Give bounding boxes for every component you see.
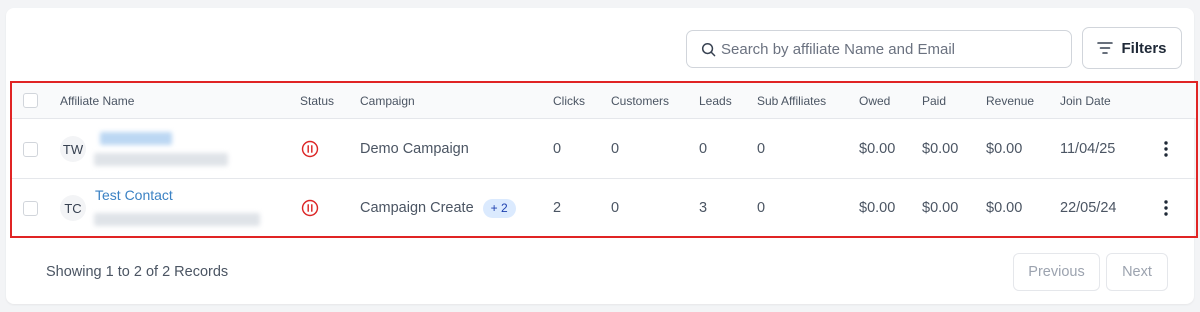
revenue-cell: $0.00 xyxy=(986,141,1023,157)
paid-cell: $0.00 xyxy=(922,141,959,157)
campaign-cell: Campaign Create + 2 xyxy=(360,180,516,236)
affiliate-name-link[interactable]: Test Contact xyxy=(95,187,173,203)
status-indicator xyxy=(301,180,319,236)
col-join-date[interactable]: Join Date xyxy=(1060,83,1111,118)
row-checkbox[interactable] xyxy=(23,141,38,157)
col-status[interactable]: Status xyxy=(300,83,334,118)
previous-page-button[interactable]: Previous xyxy=(1013,253,1100,291)
select-all-checkbox[interactable] xyxy=(23,93,38,108)
filter-lines-icon xyxy=(1097,42,1114,54)
col-paid[interactable]: Paid xyxy=(922,83,946,118)
search-box[interactable] xyxy=(686,30,1072,68)
sub-affiliates-cell: 0 xyxy=(757,200,766,216)
col-owed[interactable]: Owed xyxy=(859,83,890,118)
campaign-count-badge[interactable]: + 2 xyxy=(482,198,516,218)
customers-cell: 0 xyxy=(611,141,620,157)
owed-cell: $0.00 xyxy=(859,200,896,216)
pause-circle-icon xyxy=(301,199,319,217)
filters-label: Filters xyxy=(1121,39,1167,57)
clicks-cell: 2 xyxy=(553,200,562,216)
paid-cell: $0.00 xyxy=(922,200,959,216)
col-customers[interactable]: Customers xyxy=(611,83,669,118)
redacted-email xyxy=(94,153,228,166)
table-header: Affiliate Name Status Campaign Clicks Cu… xyxy=(12,83,1196,119)
table-row[interactable]: TC Test Contact Campaign Create + 2 2 0 … xyxy=(12,180,1196,236)
next-page-button[interactable]: Next xyxy=(1106,253,1168,291)
col-sub-affiliates[interactable]: Sub Affiliates xyxy=(757,83,826,118)
col-revenue[interactable]: Revenue xyxy=(986,83,1034,118)
clicks-cell: 0 xyxy=(553,141,562,157)
leads-cell: 3 xyxy=(699,200,708,216)
redacted-name xyxy=(100,132,172,145)
col-clicks[interactable]: Clicks xyxy=(553,83,585,118)
row-checkbox[interactable] xyxy=(23,200,38,216)
search-input[interactable] xyxy=(721,40,1051,58)
row-actions-button[interactable] xyxy=(1156,198,1176,218)
campaign-cell: Demo Campaign xyxy=(360,141,469,157)
row-actions-button[interactable] xyxy=(1156,139,1176,159)
filters-button[interactable]: Filters xyxy=(1082,27,1182,69)
pause-circle-icon xyxy=(301,140,319,158)
affiliates-card: Filters Affiliate Name Status Campaign C… xyxy=(6,8,1198,304)
col-leads[interactable]: Leads xyxy=(699,83,732,118)
revenue-cell: $0.00 xyxy=(986,200,1023,216)
affiliates-table: Affiliate Name Status Campaign Clicks Cu… xyxy=(10,81,1198,238)
search-icon xyxy=(701,42,716,56)
kebab-menu-icon xyxy=(1164,141,1168,157)
kebab-menu-icon xyxy=(1164,200,1168,216)
status-indicator xyxy=(301,120,319,178)
join-date-cell: 22/05/24 xyxy=(1060,200,1117,216)
col-affiliate-name[interactable]: Affiliate Name xyxy=(60,83,134,118)
leads-cell: 0 xyxy=(699,141,708,157)
owed-cell: $0.00 xyxy=(859,141,896,157)
table-row[interactable]: TW Demo Campaign 0 0 0 0 $0.00 $0.00 $0.… xyxy=(12,120,1196,179)
redacted-email xyxy=(94,213,260,226)
avatar: TC xyxy=(60,195,86,221)
avatar: TW xyxy=(60,136,86,162)
campaign-name: Campaign Create xyxy=(360,200,474,216)
col-campaign[interactable]: Campaign xyxy=(360,83,415,118)
pagination-summary: Showing 1 to 2 of 2 Records xyxy=(46,264,229,280)
join-date-cell: 11/04/25 xyxy=(1060,141,1116,157)
customers-cell: 0 xyxy=(611,200,620,216)
sub-affiliates-cell: 0 xyxy=(757,141,766,157)
